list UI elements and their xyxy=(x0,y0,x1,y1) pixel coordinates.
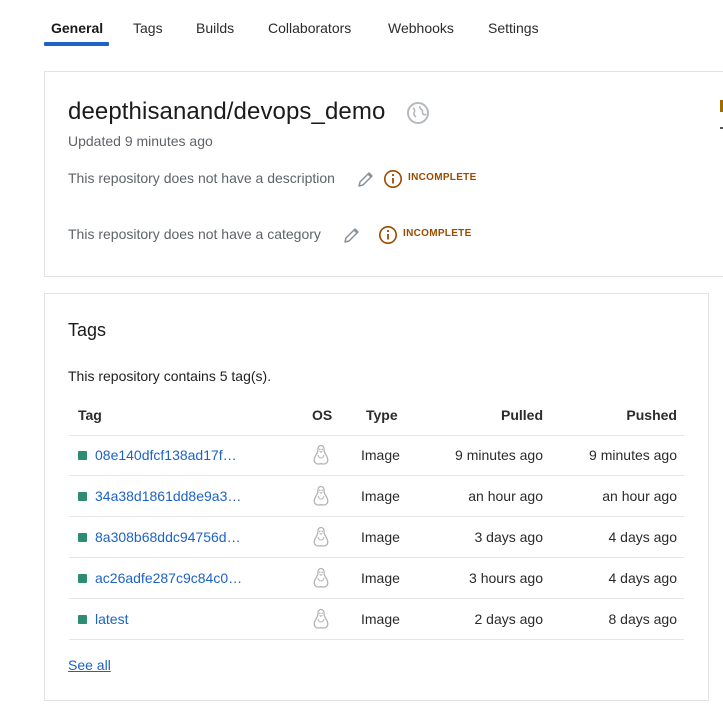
column-header-pulled: Pulled xyxy=(500,407,543,423)
tag-status-dot xyxy=(78,451,87,460)
tag-type: Image xyxy=(361,488,400,504)
tag-pulled: 3 days ago xyxy=(474,529,544,545)
category-row: This repository does not have a category… xyxy=(68,222,488,246)
tags-count-text: This repository contains 5 tag(s). xyxy=(68,368,272,384)
tag-link[interactable]: 8a308b68ddc94756d… xyxy=(95,529,241,545)
tag-pushed: an hour ago xyxy=(602,488,677,504)
column-header-pushed: Pushed xyxy=(626,407,677,423)
description-row: This repository does not have a descript… xyxy=(68,166,488,190)
warning-icon xyxy=(384,170,402,188)
tag-link[interactable]: latest xyxy=(95,611,128,627)
tab-tags[interactable]: Tags xyxy=(133,20,163,36)
tag-status-dot xyxy=(78,492,87,501)
tag-status-dot xyxy=(78,533,87,542)
see-all-tags-link[interactable]: See all xyxy=(68,657,111,673)
tag-link[interactable]: 08e140dfcf138ad17f… xyxy=(95,447,237,463)
category-status-badge: INCOMPLETE xyxy=(403,228,472,239)
tag-pulled: 3 hours ago xyxy=(469,570,543,586)
tag-pulled: 9 minutes ago xyxy=(455,447,543,463)
tab-builds[interactable]: Builds xyxy=(196,20,234,36)
tags-title: Tags xyxy=(68,320,107,340)
repo-title: deepthisanand/devops_demo xyxy=(68,98,386,125)
tag-pulled: 2 days ago xyxy=(474,611,544,627)
tab-webhooks[interactable]: Webhooks xyxy=(388,20,454,36)
globe-icon xyxy=(407,102,429,124)
tag-link[interactable]: ac26adfe287c9c84c0… xyxy=(95,570,242,586)
column-header-os: OS xyxy=(312,407,333,423)
linux-icon xyxy=(313,444,329,465)
table-row: ac26adfe287c9c84c0… Image 3 hours ago 4 … xyxy=(69,558,684,599)
column-header-tag: Tag xyxy=(78,407,102,423)
table-row: 08e140dfcf138ad17f… Image 9 minutes ago … xyxy=(69,435,684,476)
repo-tabs: General Tags Builds Collaborators Webhoo… xyxy=(0,0,723,48)
tag-pulled: an hour ago xyxy=(468,488,543,504)
tab-settings[interactable]: Settings xyxy=(488,20,539,36)
column-header-type: Type xyxy=(366,407,398,423)
tag-type: Image xyxy=(361,570,400,586)
warning-icon xyxy=(379,226,397,244)
edit-category-icon[interactable] xyxy=(342,225,362,245)
repo-info-card: deepthisanand/devops_demo Updated 9 minu… xyxy=(44,71,723,277)
tag-pushed: 9 minutes ago xyxy=(589,447,677,463)
tags-table-header: Tag OS Type Pulled Pushed xyxy=(69,395,684,436)
tag-type: Image xyxy=(361,611,400,627)
linux-icon xyxy=(313,567,329,588)
tag-type: Image xyxy=(361,447,400,463)
linux-icon xyxy=(313,608,329,629)
tab-general[interactable]: General xyxy=(51,20,103,36)
description-text: This repository does not have a descript… xyxy=(68,170,335,186)
description-status-badge: INCOMPLETE xyxy=(408,172,477,183)
tag-link[interactable]: 34a38d1861dd8e9a3… xyxy=(95,488,241,504)
tags-card: Tags This repository contains 5 tag(s). … xyxy=(44,293,709,701)
tag-status-dot xyxy=(78,615,87,624)
edit-description-icon[interactable] xyxy=(356,169,376,189)
tag-type: Image xyxy=(361,529,400,545)
tag-status-dot xyxy=(78,574,87,583)
table-row: latest Image 2 days ago 8 days ago xyxy=(69,599,684,640)
tag-pushed: 4 days ago xyxy=(608,529,678,545)
tab-collaborators[interactable]: Collaborators xyxy=(268,20,351,36)
table-row: 8a308b68ddc94756d… Image 3 days ago 4 da… xyxy=(69,517,684,558)
updated-text: Updated 9 minutes ago xyxy=(68,133,213,149)
linux-icon xyxy=(313,526,329,547)
table-row: 34a38d1861dd8e9a3… Image an hour ago an … xyxy=(69,476,684,517)
tags-table-body: 08e140dfcf138ad17f… Image 9 minutes ago … xyxy=(69,435,684,640)
category-text: This repository does not have a category xyxy=(68,226,321,242)
active-tab-indicator xyxy=(44,42,109,46)
tag-pushed: 8 days ago xyxy=(608,611,678,627)
linux-icon xyxy=(313,485,329,506)
tag-pushed: 4 days ago xyxy=(608,570,678,586)
